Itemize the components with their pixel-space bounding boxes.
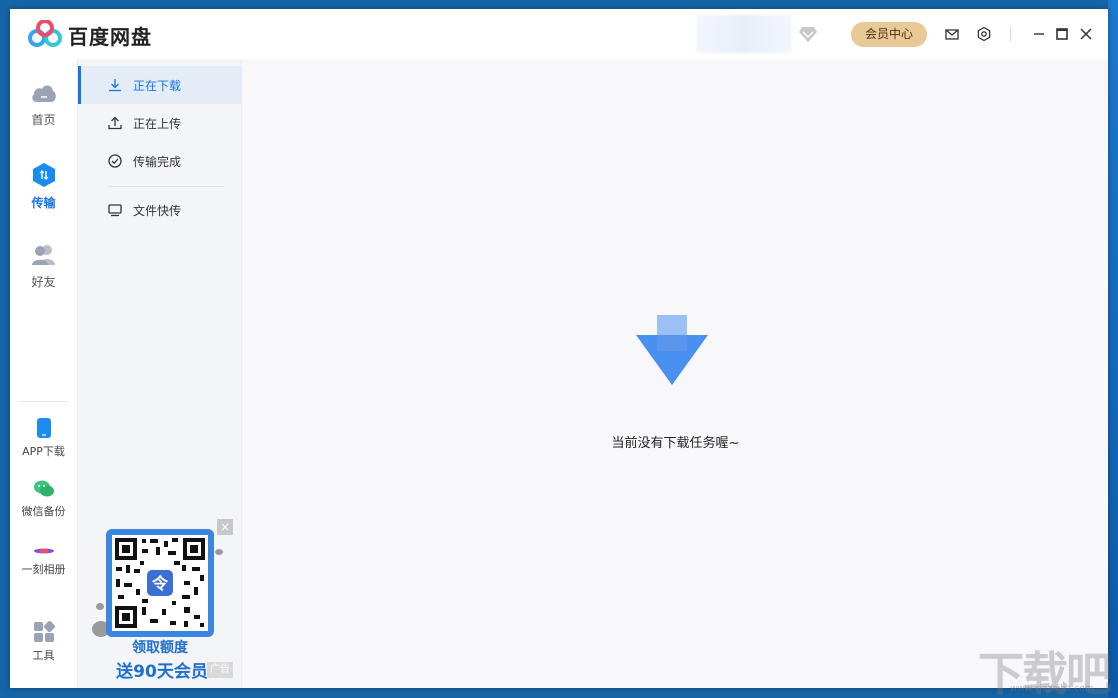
friends-icon: [31, 245, 55, 265]
titlebar-separator: [1010, 27, 1011, 41]
download-icon: [109, 79, 121, 92]
settings-icon[interactable]: [976, 26, 992, 42]
vip-center-button[interactable]: 会员中心: [851, 22, 927, 47]
ad-text-line2[interactable]: 送90天会员: [108, 657, 216, 682]
nav-item-home[interactable]: 首页: [10, 81, 77, 128]
nav-item-app-download[interactable]: APP下载: [10, 417, 77, 459]
upload-icon: [108, 116, 122, 130]
subnav-item-completed[interactable]: 传输完成: [78, 142, 242, 180]
ad-qr-card[interactable]: 令: [106, 529, 214, 637]
nav-item-yike-album[interactable]: 一刻相册: [10, 545, 77, 577]
app-title: 百度网盘: [68, 25, 152, 49]
close-icon[interactable]: [1078, 26, 1094, 42]
nav-divider: [18, 401, 68, 402]
title-bar: 百度网盘 会员中心: [10, 9, 1108, 59]
user-info-blurred[interactable]: [696, 15, 792, 53]
desktop-background: [1108, 0, 1118, 698]
empty-state-message: 当前没有下载任务喔~: [611, 436, 740, 451]
baidu-netdisk-logo-icon: [28, 20, 62, 47]
ad-decoration: [96, 603, 104, 610]
subnav-item-downloading[interactable]: 正在下载: [78, 66, 242, 104]
nav-label-yike-album: 一刻相册: [21, 563, 66, 576]
nav-label-friends: 好友: [31, 275, 56, 289]
qr-code-icon: 令: [112, 535, 208, 631]
svg-text:令: 令: [151, 574, 169, 593]
maximize-icon[interactable]: [1054, 26, 1070, 42]
transfer-icon: [32, 163, 55, 187]
nav-item-tools[interactable]: 工具: [10, 621, 77, 663]
ad-text-line1[interactable]: 领取额度: [106, 637, 214, 657]
check-circle-icon: [108, 154, 122, 168]
subnav-label-quick-transfer: 文件快传: [133, 204, 182, 218]
left-nav: 首页 传输 好友 APP下载 微信备份 一刻相册 工具: [10, 59, 77, 688]
nav-label-home: 首页: [31, 113, 56, 127]
minimize-icon[interactable]: [1031, 26, 1047, 42]
ad-close-button[interactable]: ×: [217, 519, 233, 535]
tools-grid-icon: [33, 621, 55, 642]
nav-item-transfer[interactable]: 传输: [10, 162, 77, 211]
monitor-icon: [108, 204, 122, 217]
ad-decoration: [215, 549, 223, 555]
subnav-item-quick-transfer[interactable]: 文件快传: [78, 191, 242, 229]
nav-label-app-download: APP下载: [22, 445, 65, 458]
nav-item-wechat-backup[interactable]: 微信备份: [10, 479, 77, 519]
download-arrow-icon: [636, 315, 708, 385]
main-content: 当前没有下载任务喔~: [243, 59, 1108, 688]
cloud-icon: [31, 85, 56, 102]
phone-icon: [36, 418, 51, 438]
mail-icon[interactable]: [944, 26, 960, 42]
subnav-label-uploading: 正在上传: [133, 117, 182, 131]
nav-label-transfer: 传输: [31, 196, 56, 210]
subnav-label-downloading: 正在下载: [133, 79, 182, 93]
wechat-icon: [33, 480, 54, 497]
subnav-label-completed: 传输完成: [133, 155, 182, 169]
nav-label-wechat-backup: 微信备份: [21, 505, 66, 518]
album-icon: [33, 548, 54, 554]
nav-item-friends[interactable]: 好友: [10, 243, 77, 290]
site-watermark-url: www.xiazaiba.com: [1010, 684, 1094, 694]
nav-label-tools: 工具: [32, 649, 55, 662]
subnav-item-uploading[interactable]: 正在上传: [78, 104, 242, 142]
app-window: 百度网盘 会员中心 首页 传输 好友 APP下载 微信备份 一刻相册 工具 正在…: [10, 9, 1108, 688]
subnav-divider: [108, 186, 224, 187]
ad-tag: 广告: [207, 662, 233, 678]
diamond-icon[interactable]: [798, 25, 818, 43]
